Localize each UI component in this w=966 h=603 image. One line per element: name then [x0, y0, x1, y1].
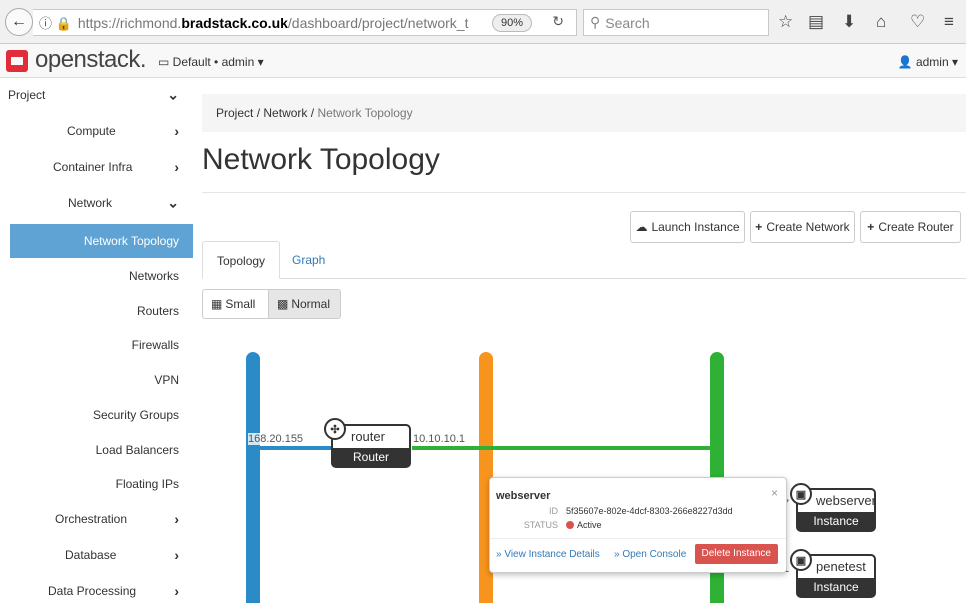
bookmark-star-icon[interactable]: ☆	[778, 12, 793, 32]
chevron-right-icon: ›	[174, 123, 179, 139]
breadcrumb: Project / Network / Network Topology	[202, 94, 966, 132]
small-size-button[interactable]: ▦ Small	[202, 289, 269, 319]
sidebar-item-container-infra[interactable]: Container Infra ›	[0, 150, 193, 184]
router-external-link	[260, 446, 338, 450]
project-icon: ▭	[158, 55, 173, 69]
sidebar-item-security-groups[interactable]: Security Groups	[0, 398, 193, 432]
popup-title: webserver	[496, 490, 551, 502]
url-text: https://richmond.bradstack.co.uk/dashboa…	[77, 14, 469, 31]
openstack-logo-icon[interactable]	[6, 50, 28, 72]
popup-status-value: Active	[566, 520, 602, 530]
popup-id-value: 5f35607e-802e-4dcf-8303-266e8227d3dd	[566, 506, 733, 516]
site-info-icon[interactable]: ⓘ 🔒	[39, 13, 72, 32]
router-internal-ip: 10.10.10.1	[413, 433, 465, 445]
chevron-right-icon: ›	[174, 159, 179, 175]
menu-icon[interactable]: ≡	[944, 12, 954, 32]
instance-icon: ▣	[790, 483, 812, 505]
chevron-down-icon: ⌄	[167, 194, 179, 211]
url-bar[interactable]: ⓘ 🔒 https://richmond.bradstack.co.uk/das…	[33, 9, 577, 36]
sidebar-item-routers[interactable]: Routers	[0, 294, 193, 328]
create-network-button[interactable]: + Create Network	[750, 211, 855, 243]
launch-instance-button[interactable]: ☁ Launch Instance	[630, 211, 745, 243]
sidebar-item-orchestration[interactable]: Orchestration ›	[0, 502, 193, 536]
back-arrow-icon[interactable]: ←	[5, 8, 33, 36]
popup-id-label: ID	[549, 506, 558, 516]
sidebar-item-vpn[interactable]: VPN	[0, 363, 193, 397]
chevron-right-icon: ›	[174, 583, 179, 599]
chevron-right-icon: ›	[174, 511, 179, 527]
breadcrumb-network[interactable]: Network	[263, 106, 307, 120]
instance-icon: ▣	[790, 549, 812, 571]
home-icon[interactable]: ⌂	[876, 12, 886, 32]
view-tabs: Topology Graph	[202, 241, 966, 279]
open-console-link[interactable]: » Open Console	[614, 549, 686, 560]
sidebar-item-networks[interactable]: Networks	[0, 259, 193, 293]
popup-divider	[490, 538, 786, 539]
router-internal-link	[412, 446, 717, 450]
topology-canvas[interactable]: 168.20.155 10.10.10.1 router Router ✣ 7 …	[202, 330, 966, 603]
status-dot-icon	[566, 521, 574, 529]
tab-graph[interactable]: Graph	[278, 241, 339, 279]
plus-icon: +	[867, 220, 875, 234]
grid-large-icon: ▩	[277, 297, 289, 311]
chevron-right-icon: ›	[174, 547, 179, 563]
zoom-level[interactable]: 90%	[491, 14, 532, 32]
sidebar-item-compute[interactable]: Compute ›	[0, 114, 193, 148]
brand-name[interactable]: openstack.	[35, 46, 147, 74]
sidebar-item-firewalls[interactable]: Firewalls	[0, 328, 193, 362]
grid-small-icon: ▦	[211, 297, 223, 311]
plus-icon: +	[755, 220, 763, 234]
sidebar-item-project[interactable]: Project ⌄	[0, 78, 193, 112]
breadcrumb-separator: /	[256, 106, 261, 120]
normal-size-button[interactable]: ▩ Normal	[268, 289, 341, 319]
popup-status-label: STATUS	[523, 520, 558, 530]
tab-topology[interactable]: Topology	[202, 241, 281, 279]
delete-instance-button[interactable]: Delete Instance	[694, 544, 778, 564]
cloud-upload-icon: ☁	[635, 220, 648, 234]
download-icon[interactable]: ⬇	[842, 12, 856, 32]
sidebar-item-load-balancers[interactable]: Load Balancers	[0, 433, 193, 467]
sidebar-item-floating-ips[interactable]: Floating IPs	[0, 467, 193, 501]
sidebar-item-database[interactable]: Database ›	[0, 538, 193, 572]
instance-details-popup: webserver × ID 5f35607e-802e-4dcf-8303-2…	[489, 477, 787, 573]
router-external-ip: 168.20.155	[248, 433, 304, 445]
browser-search-input[interactable]: ⚲ Search	[583, 9, 769, 36]
user-menu[interactable]: 👤 admin ▾	[898, 55, 958, 69]
project-selector[interactable]: ▭ Default • admin ▾	[158, 55, 264, 69]
sidebar-item-data-processing[interactable]: Data Processing ›	[0, 574, 193, 603]
router-icon: ✣	[324, 418, 346, 440]
breadcrumb-separator: /	[310, 106, 315, 120]
search-icon: ⚲	[590, 14, 601, 30]
app-header: openstack. ▭ Default • admin ▾ 👤 admin ▾	[0, 44, 966, 78]
user-icon: 👤	[897, 55, 913, 69]
network-bar-external[interactable]	[246, 352, 260, 603]
pocket-icon[interactable]: ♡	[910, 12, 925, 32]
sidebar-item-network[interactable]: Network ⌄	[0, 186, 193, 220]
browser-toolbar: ← ⓘ 🔒 https://richmond.bradstack.co.uk/d…	[0, 0, 966, 44]
reading-list-icon[interactable]: ▤	[808, 12, 824, 32]
sidebar-item-network-topology[interactable]: Network Topology	[10, 224, 193, 258]
sidebar: Project ⌄ Compute › Container Infra › Netwo…	[0, 78, 193, 603]
reload-icon[interactable]: ↻	[552, 13, 564, 30]
chevron-down-icon: ⌄	[167, 86, 179, 103]
view-instance-details-link[interactable]: » View Instance Details	[496, 549, 600, 560]
create-router-button[interactable]: + Create Router	[860, 211, 961, 243]
close-icon[interactable]: ×	[771, 486, 778, 500]
title-divider	[202, 192, 966, 193]
breadcrumb-project[interactable]: Project	[216, 106, 253, 120]
page-title: Network Topology	[202, 143, 440, 176]
breadcrumb-current: Network Topology	[317, 106, 413, 120]
